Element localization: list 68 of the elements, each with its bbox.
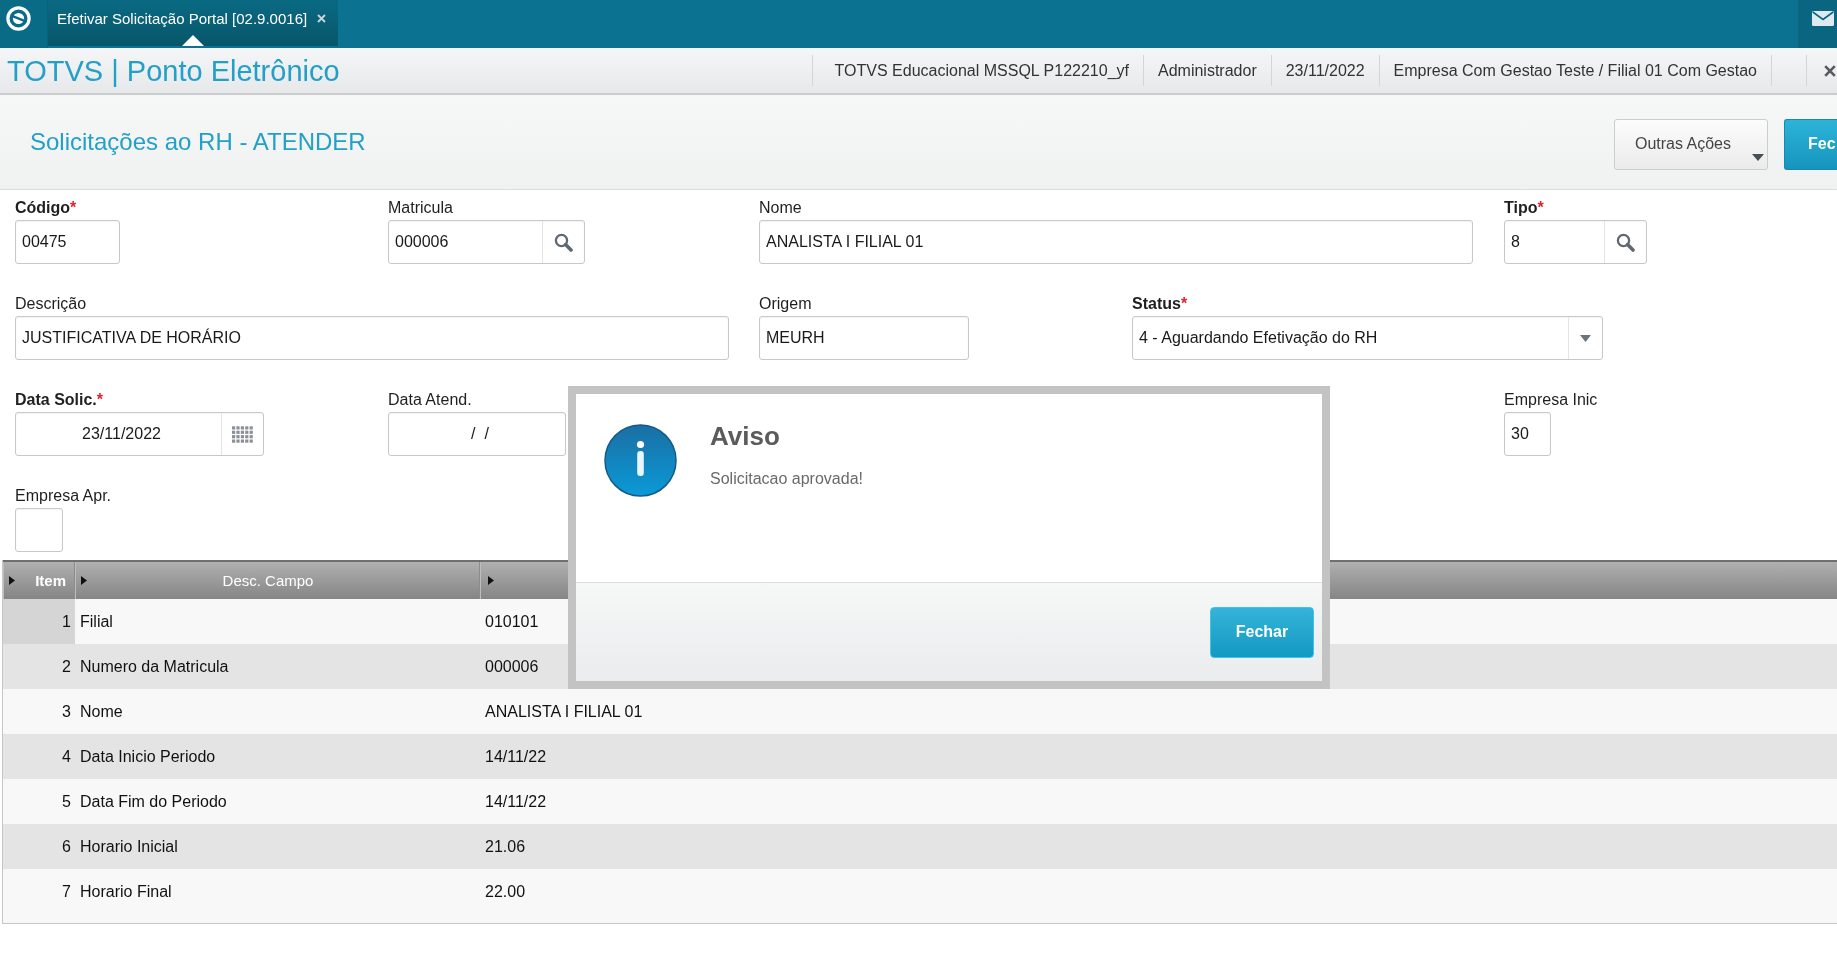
input-field[interactable]: 8 <box>1504 220 1647 264</box>
search-icon[interactable] <box>554 232 573 252</box>
header-info: 23/11/2022 <box>1270 55 1379 86</box>
field-label: Matricula <box>388 198 453 218</box>
field-label: Nome <box>759 198 802 218</box>
triangle-right-icon <box>488 576 494 585</box>
table-cell-text: 3 <box>61 701 72 722</box>
mail-button[interactable] <box>1798 0 1837 48</box>
close-icon[interactable] <box>1824 64 1836 77</box>
tab[interactable]: Efetivar Solicitação Portal [02.9.0016] <box>48 0 339 46</box>
table-cell: 22.00 <box>485 881 526 902</box>
date-field[interactable]: 23/11/2022 <box>15 412 264 456</box>
input-field[interactable]: 000006 <box>388 220 585 264</box>
table-cell: ANALISTA I FILIAL 01 <box>485 701 643 722</box>
table-cell: 14/11/22 <box>485 746 547 767</box>
home-button[interactable] <box>0 0 48 48</box>
header-info: Administrador <box>1143 55 1271 86</box>
dialog-message: Solicitacao aprovada! <box>710 469 863 489</box>
input-field[interactable]: MEURH <box>759 316 969 360</box>
date-field[interactable]: / / <box>388 412 566 456</box>
select-field[interactable]: 4 - Aguardando Efetivação do RH <box>1132 316 1603 360</box>
caret-icon[interactable] <box>1580 334 1591 342</box>
table-cell: Horario Inicial <box>80 836 178 857</box>
input-field[interactable] <box>15 508 63 552</box>
field-label: Código* <box>15 198 77 218</box>
field-label: Status* <box>1132 294 1188 314</box>
field-label: Data Atend. <box>388 390 472 410</box>
page-title: Solicitações ao RH - ATENDER <box>30 128 366 156</box>
table-cell: 1 <box>3 599 75 644</box>
field-label: Origem <box>759 294 812 314</box>
table-cell: 14/11/22 <box>485 791 547 812</box>
field-label: Empresa Inic <box>1504 390 1598 410</box>
header-info: Empresa Com Gestao Teste / Filial 01 Com Gestao <box>1378 55 1772 86</box>
info-icon <box>604 424 677 497</box>
table-cell-text: 6 <box>61 836 72 857</box>
calendar-icon[interactable] <box>232 425 253 443</box>
input-field[interactable]: JUSTIFICATIVA DE HORÁRIO <box>15 316 729 360</box>
table-cell: 010101 <box>485 611 539 632</box>
field-label: Tipo* <box>1504 198 1544 218</box>
mail-icon <box>1812 11 1834 26</box>
field-label: Descrição <box>15 294 87 314</box>
table-cell: Data Inicio Periodo <box>80 746 216 767</box>
input-field[interactable]: 30 <box>1504 412 1551 456</box>
table-cell: Data Fim do Periodo <box>80 791 227 812</box>
table-cell: 21.06 <box>485 836 526 857</box>
search-icon[interactable] <box>1616 232 1635 252</box>
input-field[interactable]: ANALISTA I FILIAL 01 <box>759 220 1473 264</box>
pointer-icon <box>182 35 205 46</box>
more-actions-button[interactable]: Outras Ações <box>1614 118 1768 170</box>
input-field[interactable]: 00475 <box>15 220 120 264</box>
table-cell: Filial <box>80 611 113 632</box>
table-cell: 000006 <box>485 656 539 677</box>
app-title: TOTVS | Ponto Eletrônico <box>6 53 340 88</box>
triangle-right-icon <box>81 576 87 585</box>
table-cell-text: 5 <box>61 791 72 812</box>
table-cell: Horario Final <box>80 881 172 902</box>
table-cell-text: 7 <box>61 881 72 902</box>
triangle-right-icon <box>9 576 15 585</box>
field-label: Empresa Apr. <box>15 486 112 506</box>
table-cell: Nome <box>80 701 123 722</box>
table-cell-text: 4 <box>61 746 72 767</box>
table-cell-text: 2 <box>61 656 72 677</box>
header-info: TOTVS Educacional MSSQL P122210_yf <box>811 55 1143 86</box>
field-label: Data Solic.* <box>15 390 104 410</box>
caret-icon <box>1752 153 1764 161</box>
logo-icon <box>6 6 31 31</box>
dialog-title: Aviso <box>710 421 781 451</box>
table-cell: Numero da Matricula <box>80 656 229 677</box>
